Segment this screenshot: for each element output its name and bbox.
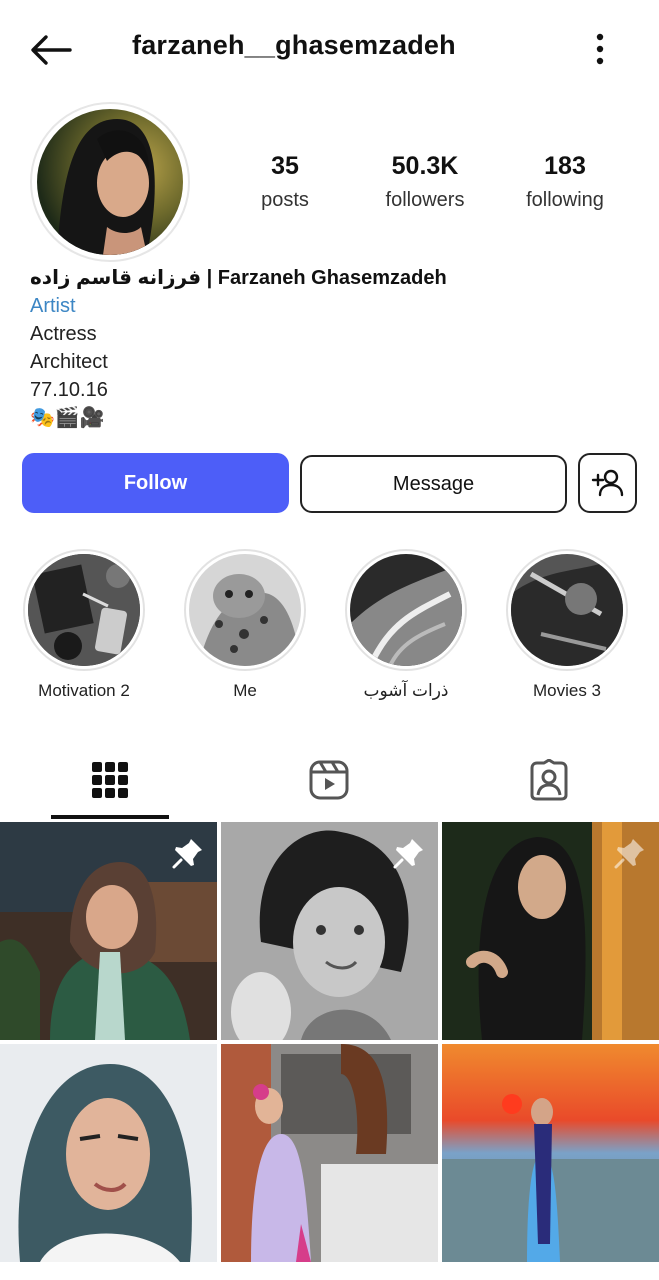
highlight-ring [345,549,467,671]
post-thumbnail[interactable] [442,1044,659,1262]
highlight-zarrat-ashoob[interactable]: ذرات آشوب [341,549,471,701]
bio-line: Architect [30,351,108,373]
pin-icon [393,839,423,869]
post-thumbnail[interactable] [221,822,438,1040]
profile-avatar-ring[interactable] [30,102,190,262]
followers-stat[interactable]: 50.3K followers [355,152,495,212]
tab-tagged[interactable] [439,740,659,820]
tagged-icon [530,759,568,801]
highlight-label: Motivation 2 [38,681,130,700]
active-tab-indicator [51,815,169,819]
profile-full-name: فرزانه قاسم زاده | Farzaneh Ghasemzadeh [30,267,447,289]
message-button[interactable]: Message [300,455,567,513]
more-options-button[interactable] [588,30,612,70]
highlight-ring [184,549,306,671]
profile-avatar [37,109,183,255]
post-thumbnail[interactable] [442,822,659,1040]
follow-button[interactable]: Follow [22,453,289,513]
tab-reels[interactable] [219,740,439,820]
following-stat[interactable]: 183 following [495,152,635,212]
highlight-label: Me [233,681,257,700]
following-label: following [526,189,604,211]
pin-icon [614,839,644,869]
highlight-me[interactable]: Me [180,549,310,701]
highlight-cover [28,554,140,666]
reels-icon [309,760,349,800]
profile-username: farzaneh__ghasemzadeh [132,30,456,60]
post-thumbnail[interactable] [0,822,217,1040]
posts-stat[interactable]: 35 posts [215,152,355,212]
more-vertical-icon [596,33,604,65]
followers-count: 50.3K [391,152,459,180]
top-bar: farzaneh__ghasemzadeh [0,0,659,100]
bio-line: 77.10.16 [30,379,108,401]
suggested-users-button[interactable] [578,453,637,513]
highlight-motivation[interactable]: Motivation 2 [19,549,149,701]
highlight-cover [350,554,462,666]
posts-label: posts [261,189,309,211]
followers-label: followers [385,189,465,211]
highlight-movies[interactable]: Movies 3 [502,549,632,701]
grid-icon [92,762,128,798]
highlight-ring [506,549,628,671]
posts-count: 35 [271,152,299,180]
back-arrow-icon [31,35,72,65]
profile-category[interactable]: Artist [30,292,630,320]
pin-icon [172,839,202,869]
bio-line: Actress [30,323,97,345]
highlight-ring [23,549,145,671]
tab-posts-grid[interactable] [0,740,220,820]
highlight-label: Movies 3 [532,681,602,700]
bio-emoji: 🎭🎬🎥 [30,407,105,429]
add-user-icon [591,469,623,497]
post-thumbnail[interactable] [0,1044,217,1262]
following-count: 183 [544,152,586,180]
back-button[interactable] [28,30,76,70]
post-thumbnail[interactable] [221,1044,438,1262]
highlight-cover [511,554,623,666]
highlight-label: ذرات آشوب [363,681,449,700]
profile-bio: فرزانه قاسم زاده | Farzaneh Ghasemzadeh … [30,264,630,432]
profile-tabs [0,740,659,820]
highlight-cover [189,554,301,666]
